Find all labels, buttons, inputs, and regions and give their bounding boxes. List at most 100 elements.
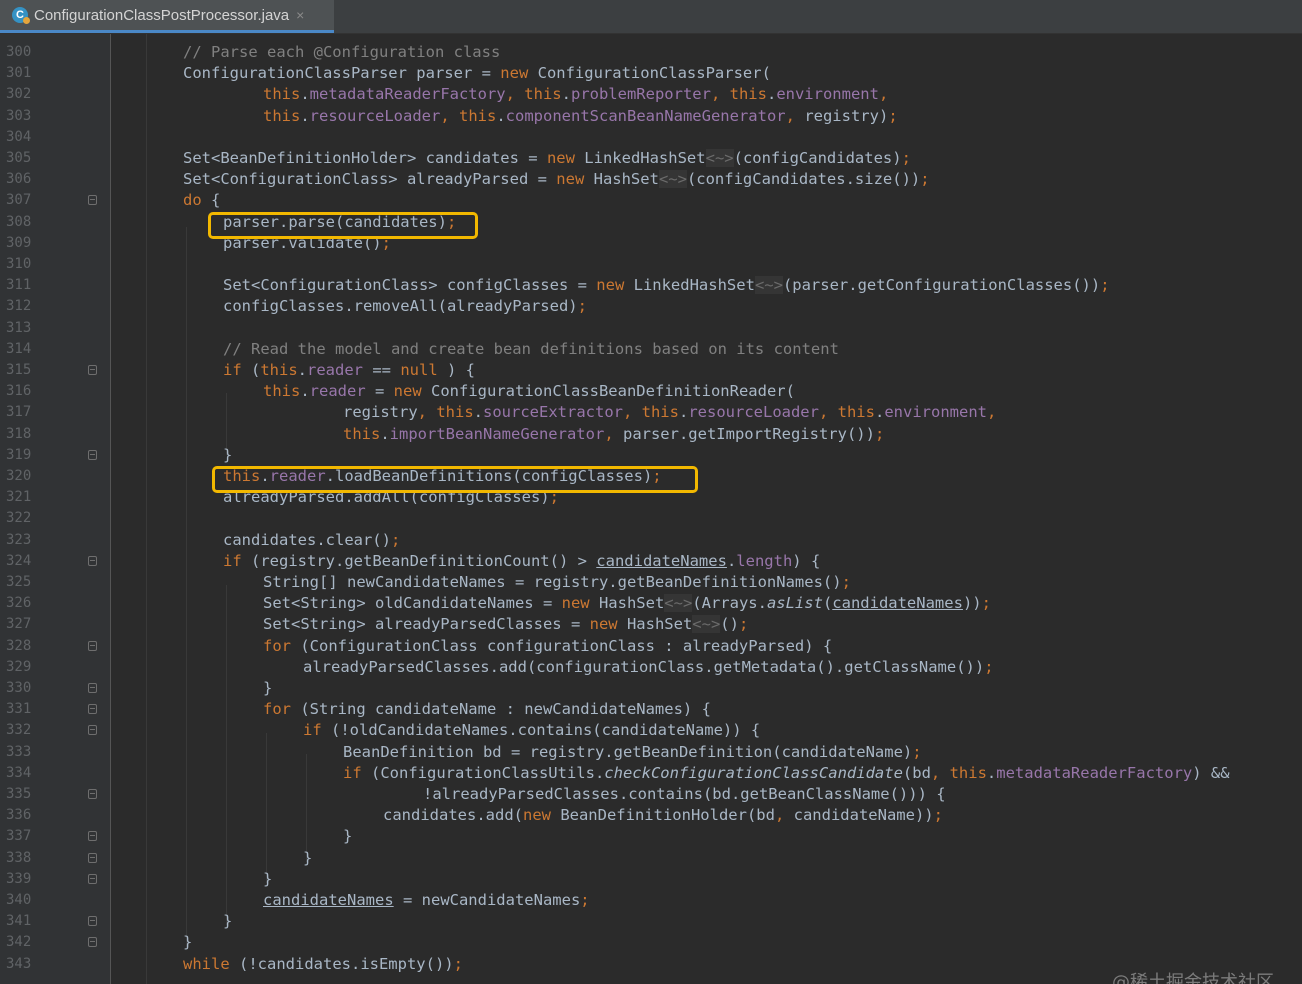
- code-line[interactable]: 309 parser.validate();: [0, 233, 1302, 254]
- code-line[interactable]: 311 Set<ConfigurationClass> configClasses…: [0, 275, 1302, 296]
- code-line[interactable]: 307 do {: [0, 190, 1302, 211]
- line-number[interactable]: 314: [6, 339, 34, 360]
- code-line[interactable]: 319}: [0, 445, 1302, 466]
- code-line[interactable]: 326 Set<String> oldCandidateNames = new H…: [0, 593, 1302, 614]
- line-number[interactable]: 342: [6, 932, 34, 953]
- code-line[interactable]: 338}: [0, 848, 1302, 869]
- code-line[interactable]: 301 ConfigurationClassParser parser = new…: [0, 63, 1302, 84]
- code-line[interactable]: 300 // Parse each @Configuration class: [0, 42, 1302, 63]
- code-line[interactable]: 327 Set<String> alreadyParsedClasses = ne…: [0, 614, 1302, 635]
- line-number[interactable]: 326: [6, 593, 34, 614]
- code-line[interactable]: 318 this.importBeanNameGenerator, parser.…: [0, 424, 1302, 445]
- code-line[interactable]: 313: [0, 318, 1302, 339]
- line-number[interactable]: 307: [6, 190, 34, 211]
- code-line[interactable]: 325 String[] newCandidateNames = registry…: [0, 572, 1302, 593]
- line-number[interactable]: 321: [6, 487, 34, 508]
- line-number[interactable]: 312: [6, 296, 34, 317]
- close-icon[interactable]: ×: [296, 7, 304, 23]
- line-number[interactable]: 316: [6, 381, 34, 402]
- line-number[interactable]: 309: [6, 233, 34, 254]
- code-line[interactable]: 308 parser.parse(candidates);: [0, 212, 1302, 233]
- line-number[interactable]: 332: [6, 720, 34, 741]
- line-number[interactable]: 338: [6, 848, 34, 869]
- code-line[interactable]: 333 BeanDefinition bd = registry.getBeanD…: [0, 742, 1302, 763]
- line-number[interactable]: 331: [6, 699, 34, 720]
- line-number[interactable]: 304: [6, 127, 34, 148]
- code-line[interactable]: 314 // Read the model and create bean def…: [0, 339, 1302, 360]
- code-line[interactable]: 339}: [0, 869, 1302, 890]
- code-line[interactable]: 343 while (!candidates.isEmpty());: [0, 954, 1302, 975]
- line-number[interactable]: 318: [6, 424, 34, 445]
- code-editor[interactable]: 300 // Parse each @Configuration class 301…: [0, 34, 1302, 984]
- line-number[interactable]: 303: [6, 106, 34, 127]
- code-line[interactable]: 340 candidateNames = newCandidateNames;: [0, 890, 1302, 911]
- code-line[interactable]: 336 candidates.add(new BeanDefinitionHold…: [0, 805, 1302, 826]
- fold-marker-icon[interactable]: [88, 937, 97, 948]
- code-line[interactable]: 323 candidates.clear();: [0, 530, 1302, 551]
- editor-tab[interactable]: C ConfigurationClassPostProcessor.java ×: [0, 0, 334, 33]
- code-line[interactable]: 316 this.reader = new ConfigurationClassB…: [0, 381, 1302, 402]
- code-line[interactable]: 310: [0, 254, 1302, 275]
- fold-marker-icon[interactable]: [88, 704, 97, 715]
- line-number[interactable]: 305: [6, 148, 34, 169]
- line-number[interactable]: 300: [6, 42, 34, 63]
- line-number[interactable]: 310: [6, 254, 34, 275]
- code-line[interactable]: 342}: [0, 932, 1302, 953]
- line-number[interactable]: 319: [6, 445, 34, 466]
- code-line[interactable]: 324 if (registry.getBeanDefinitionCount()…: [0, 551, 1302, 572]
- code-line[interactable]: 322: [0, 508, 1302, 529]
- line-number[interactable]: 313: [6, 318, 34, 339]
- line-number[interactable]: 302: [6, 84, 34, 105]
- code-line[interactable]: 341}: [0, 911, 1302, 932]
- code-line[interactable]: 330}: [0, 678, 1302, 699]
- line-number[interactable]: 325: [6, 572, 34, 593]
- line-number[interactable]: 336: [6, 805, 34, 826]
- fold-marker-icon[interactable]: [88, 873, 97, 884]
- line-number[interactable]: 322: [6, 508, 34, 529]
- code-line[interactable]: 332 if (!oldCandidateNames.contains(candi…: [0, 720, 1302, 741]
- line-number[interactable]: 315: [6, 360, 34, 381]
- line-number[interactable]: 340: [6, 890, 34, 911]
- code-line[interactable]: 317 registry, this.sourceExtractor, this.…: [0, 402, 1302, 423]
- code-line[interactable]: 304: [0, 127, 1302, 148]
- fold-marker-icon[interactable]: [88, 195, 97, 206]
- line-number[interactable]: 337: [6, 826, 34, 847]
- fold-marker-icon[interactable]: [88, 725, 97, 736]
- code-line[interactable]: 329 alreadyParsedClasses.add(configuratio…: [0, 657, 1302, 678]
- fold-marker-icon[interactable]: [88, 449, 97, 460]
- line-number[interactable]: 333: [6, 742, 34, 763]
- line-number[interactable]: 343: [6, 954, 34, 975]
- code-line[interactable]: 335 !alreadyParsedClasses.contains(bd.get…: [0, 784, 1302, 805]
- code-line[interactable]: 305 Set<BeanDefinitionHolder> candidates …: [0, 148, 1302, 169]
- line-number[interactable]: 308: [6, 212, 34, 233]
- line-number[interactable]: 328: [6, 636, 34, 657]
- fold-marker-icon[interactable]: [88, 852, 97, 863]
- line-number[interactable]: 334: [6, 763, 34, 784]
- code-line[interactable]: 337}: [0, 826, 1302, 847]
- code-line[interactable]: 315 if (this.reader == null ) {: [0, 360, 1302, 381]
- line-number[interactable]: 323: [6, 530, 34, 551]
- line-number[interactable]: 329: [6, 657, 34, 678]
- line-number[interactable]: 335: [6, 784, 34, 805]
- code-line[interactable]: 331 for (String candidateName : newCandid…: [0, 699, 1302, 720]
- line-number[interactable]: 341: [6, 911, 34, 932]
- code-line[interactable]: 328 for (ConfigurationClass configuration…: [0, 636, 1302, 657]
- line-number[interactable]: 311: [6, 275, 34, 296]
- fold-marker-icon[interactable]: [88, 640, 97, 651]
- line-number[interactable]: 327: [6, 614, 34, 635]
- code-line[interactable]: 334 if (ConfigurationClassUtils.checkConf…: [0, 763, 1302, 784]
- fold-marker-icon[interactable]: [88, 683, 97, 693]
- line-number[interactable]: 324: [6, 551, 34, 572]
- code-line[interactable]: 302 this.metadataReaderFactory, this.prob…: [0, 84, 1302, 105]
- line-number[interactable]: 306: [6, 169, 34, 190]
- fold-marker-icon[interactable]: [88, 789, 97, 799]
- line-number[interactable]: 320: [6, 466, 34, 487]
- line-number[interactable]: 339: [6, 869, 34, 890]
- code-line[interactable]: 312 configClasses.removeAll(alreadyParsed…: [0, 296, 1302, 317]
- line-number[interactable]: 317: [6, 402, 34, 423]
- fold-marker-icon[interactable]: [88, 831, 97, 842]
- fold-marker-icon[interactable]: [88, 916, 97, 927]
- line-number[interactable]: 330: [6, 678, 34, 699]
- code-line[interactable]: 306 Set<ConfigurationClass> alreadyParsed…: [0, 169, 1302, 190]
- line-number[interactable]: 301: [6, 63, 34, 84]
